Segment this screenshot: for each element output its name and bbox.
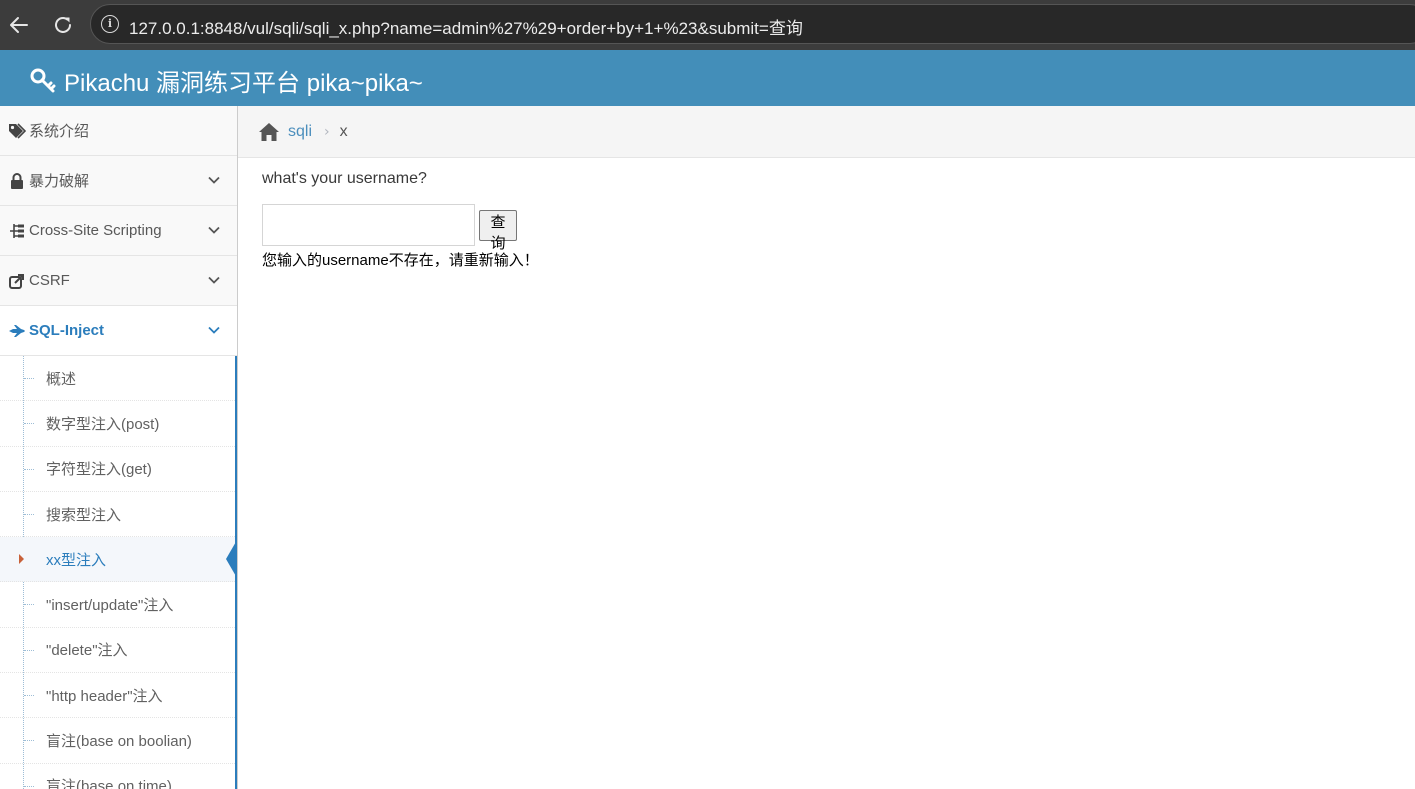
submenu-item-label: 盲注(base on boolian)	[46, 733, 192, 751]
submenu-item-blind-time[interactable]: 盲注(base on time)	[0, 764, 235, 789]
submenu-item-overview[interactable]: 概述	[0, 356, 235, 402]
active-indicator	[226, 540, 237, 579]
submenu-item-label: 字符型注入(get)	[46, 461, 152, 479]
home-icon[interactable]	[258, 122, 280, 142]
submenu-item-numeric-post[interactable]: 数字型注入(post)	[0, 401, 235, 447]
sidebar-item-label: Cross-Site Scripting	[29, 222, 162, 239]
sidebar-item-label: CSRF	[29, 272, 70, 289]
back-button[interactable]	[4, 10, 34, 40]
chevron-down-icon	[208, 326, 220, 334]
arrow-left-icon	[10, 17, 28, 33]
chevron-down-icon	[208, 226, 220, 234]
submenu-item-string-get[interactable]: 字符型注入(get)	[0, 447, 235, 492]
sidebar-item-label: 暴力破解	[29, 173, 90, 190]
submenu-item-search[interactable]: 搜索型注入	[0, 492, 235, 538]
sitemap-icon	[8, 222, 26, 240]
url-text[interactable]: 127.0.0.1:8848/vul/sqli/sqli_x.php?name=…	[129, 14, 803, 39]
app-title: Pikachu 漏洞练习平台 pika~pika~	[64, 70, 423, 97]
tags-icon	[8, 122, 26, 140]
submenu-item-label: xx型注入	[46, 551, 107, 569]
submenu-item-label: 数字型注入(post)	[46, 415, 160, 433]
sidebar-item-system-intro[interactable]: 系统介绍	[0, 106, 237, 156]
browser-toolbar: i 127.0.0.1:8848/vul/sqli/sqli_x.php?nam…	[0, 0, 1415, 50]
submenu-item-label: "http header"注入	[46, 687, 163, 705]
submenu-item-xx[interactable]: xx型注入	[0, 537, 237, 583]
query-button[interactable]: 查询	[479, 209, 518, 252]
submenu-item-label: 搜索型注入	[46, 506, 122, 524]
breadcrumb-home-link[interactable]: sqli	[288, 123, 312, 141]
caret-right-icon	[19, 554, 24, 565]
breadcrumb-current: x	[339, 122, 348, 140]
info-icon[interactable]: i	[101, 15, 119, 33]
app-brand[interactable]: Pikachu 漏洞练习平台 pika~pika~	[30, 63, 423, 98]
sidebar-item-xss[interactable]: Cross-Site Scripting	[0, 206, 237, 256]
username-input[interactable]	[262, 204, 475, 246]
app-header: Pikachu 漏洞练习平台 pika~pika~	[0, 50, 1415, 106]
sidebar-item-label: 系统介绍	[29, 123, 90, 140]
sidebar-item-csrf[interactable]: CSRF	[0, 256, 237, 306]
chevron-down-icon	[208, 276, 220, 284]
breadcrumb: sqli › x	[238, 106, 1415, 158]
reload-icon	[55, 16, 71, 33]
sidebar-item-label: SQL-Inject	[29, 322, 105, 339]
submenu-item-blind-boolean[interactable]: 盲注(base on boolian)	[0, 718, 235, 764]
chevron-down-icon	[208, 176, 220, 184]
key-icon	[30, 68, 56, 92]
query-form: 查询	[262, 204, 518, 252]
submenu-item-label: 概述	[46, 370, 77, 388]
submenu-item-http-header[interactable]: "http header"注入	[0, 673, 235, 719]
sql-inject-submenu: 概述 数字型注入(post) 字符型注入(get) 搜索型注入 xx型注入 "i…	[0, 356, 237, 789]
sidebar-item-brute-force[interactable]: 暴力破解	[0, 156, 237, 206]
lock-icon	[8, 172, 26, 190]
submenu-item-insert-update[interactable]: "insert/update"注入	[0, 582, 235, 628]
reload-button[interactable]	[48, 10, 78, 40]
result-message: 您输入的username不存在，请重新输入！	[262, 252, 539, 269]
submenu-item-delete[interactable]: "delete"注入	[0, 628, 235, 674]
submenu-item-label: "delete"注入	[46, 642, 128, 660]
chevron-right-icon: ›	[324, 123, 330, 140]
username-prompt: what's your username?	[262, 170, 427, 187]
submenu-item-label: "insert/update"注入	[46, 597, 174, 615]
sidebar: 系统介绍 暴力破解 Cross-Site Scripting CSRF SQL-…	[0, 106, 238, 789]
main-content: what's your username? 查询 您输入的username不存在…	[262, 170, 539, 269]
address-bar[interactable]: i 127.0.0.1:8848/vul/sqli/sqli_x.php?nam…	[90, 4, 1415, 44]
sidebar-item-sql-inject[interactable]: SQL-Inject	[0, 306, 237, 356]
share-icon	[8, 272, 26, 290]
fighter-jet-icon	[8, 322, 26, 340]
submenu-item-label: 盲注(base on time)	[46, 778, 172, 789]
